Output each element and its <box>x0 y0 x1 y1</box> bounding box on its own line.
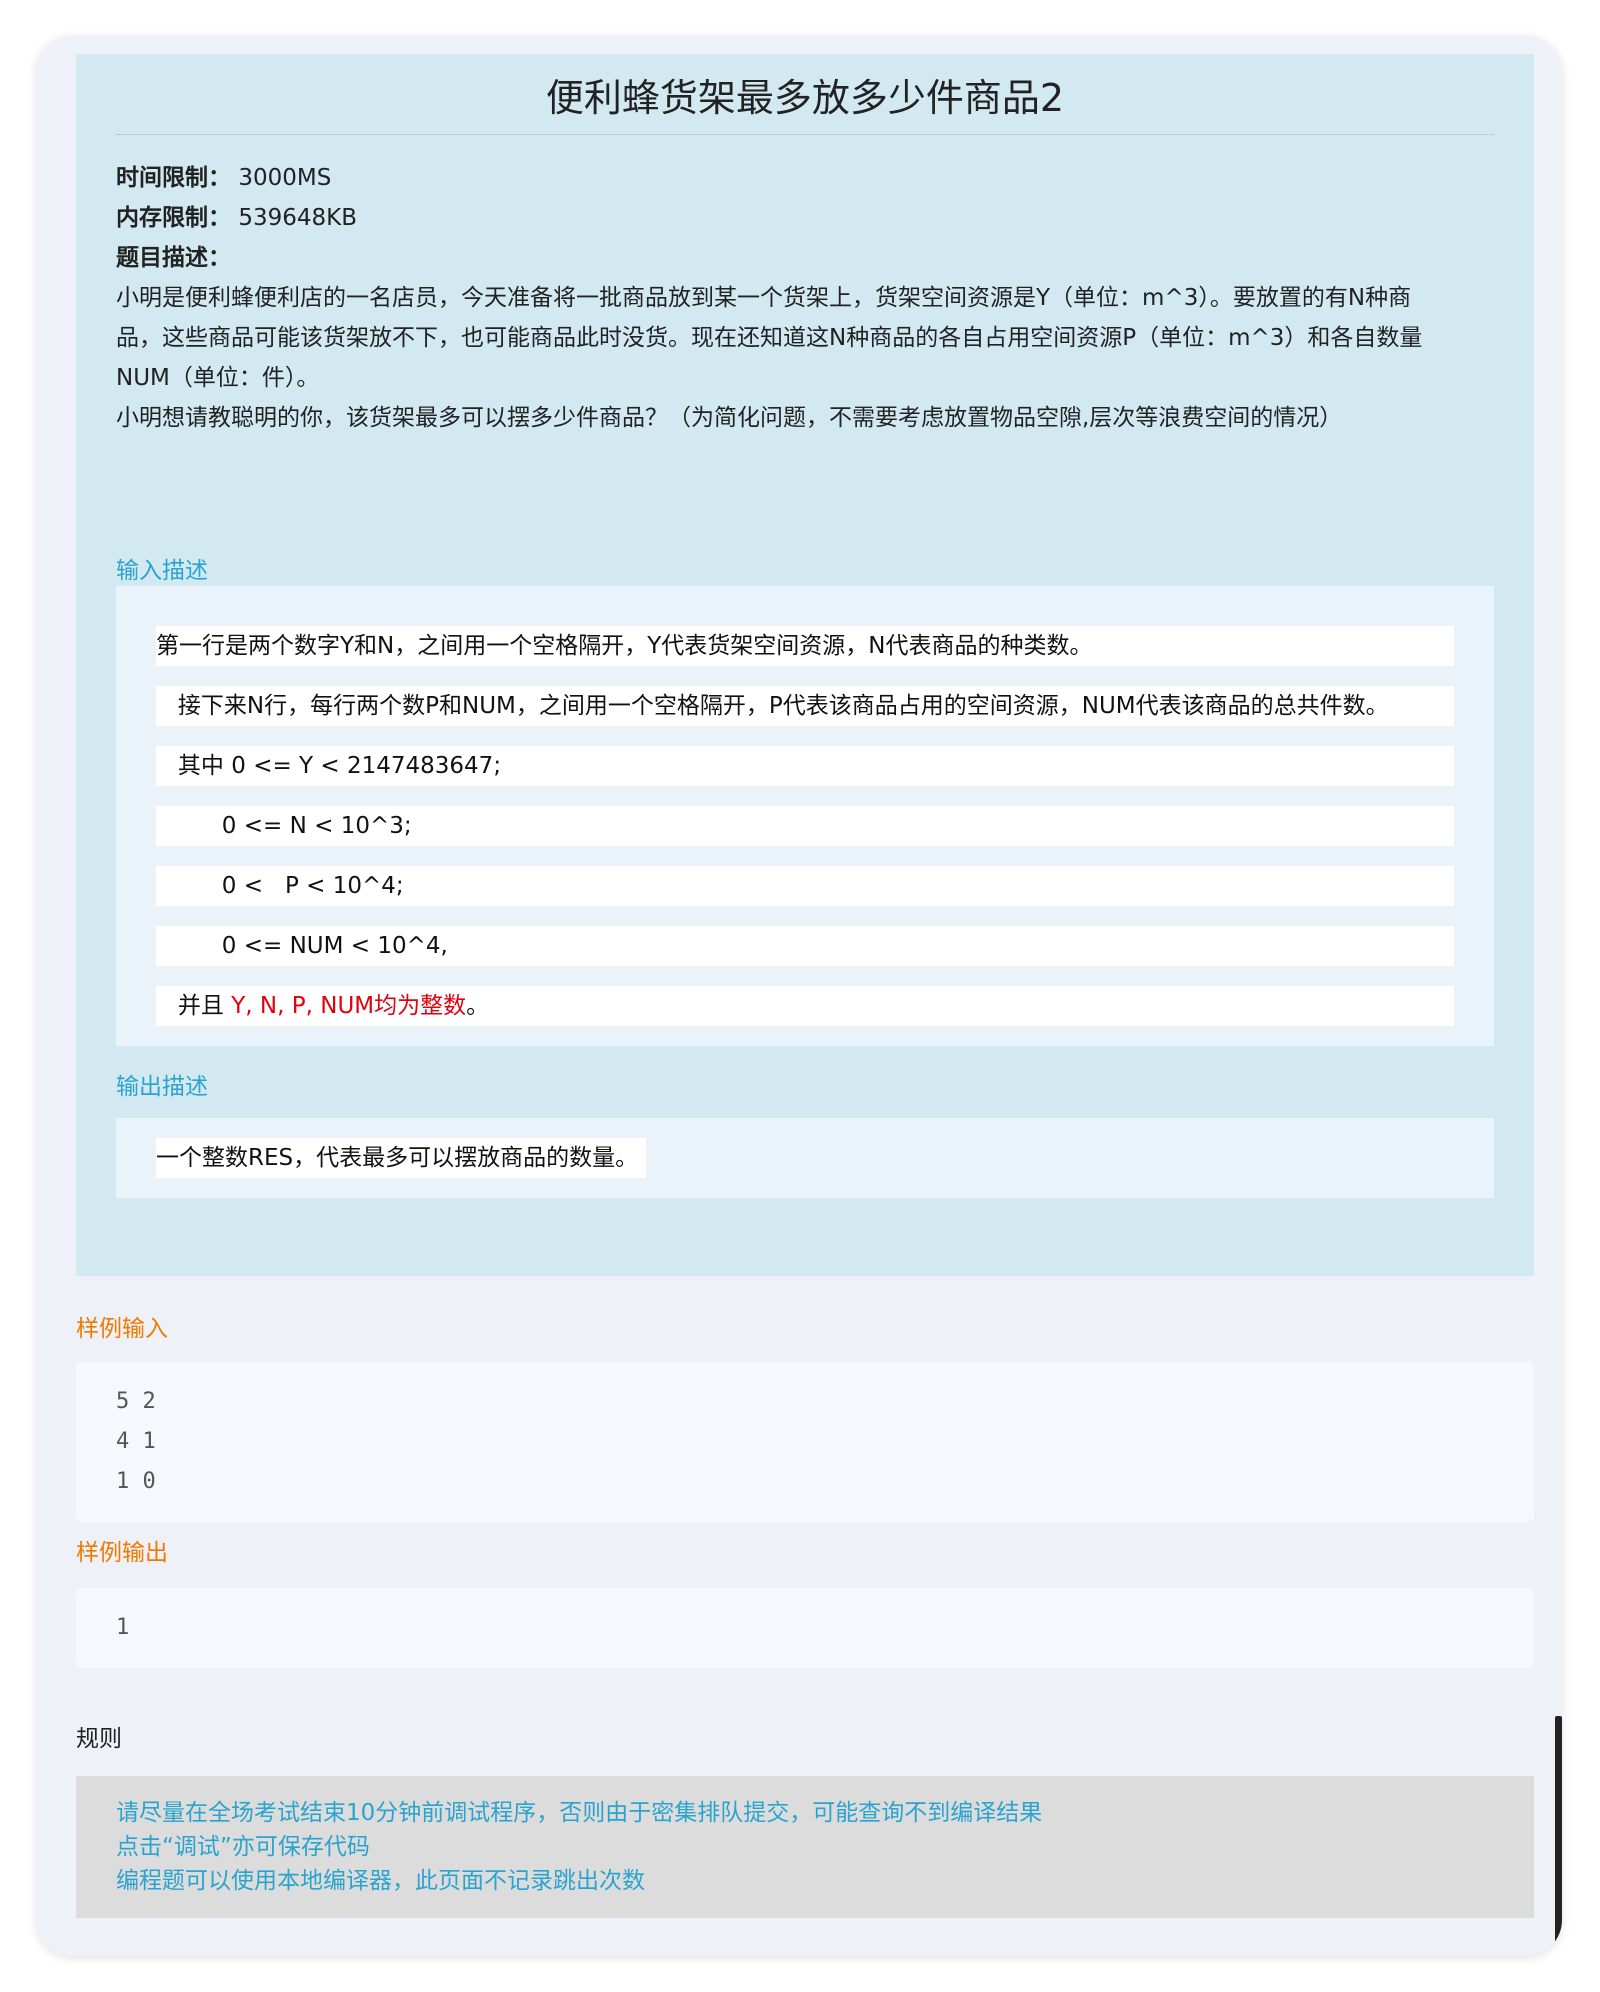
sample-output-label: 样例输出 <box>76 1540 168 1566</box>
description-line: NUM（单位：件）。 <box>116 365 320 391</box>
integer-constraint-highlight: Y, N, P, NUM均为整数 <box>231 993 467 1019</box>
input-line: 0 < P < 10^4; <box>156 866 1454 906</box>
page-frame: 便利蜂货架最多放多少件商品2 时间限制： 3000MS 内存限制： 539648… <box>36 36 1562 1956</box>
input-description-box: 第一行是两个数字Y和N，之间用一个空格隔开，Y代表货架空间资源，N代表商品的种类… <box>116 586 1494 1046</box>
input-line: 0 <= N < 10^3; <box>156 806 1454 846</box>
input-line: 其中 0 <= Y < 2147483647; <box>156 746 1454 786</box>
description-line: 小明是便利蜂便利店的一名店员，今天准备将一批商品放到某一个货架上，货架空间资源是… <box>116 285 1412 311</box>
input-line: 0 <= NUM < 10^4, <box>156 926 1454 966</box>
sample-input-code: 5 2 4 1 1 0 <box>116 1382 156 1502</box>
description-label: 题目描述： <box>116 245 231 271</box>
input-line-prefix: 并且 <box>156 993 232 1019</box>
input-line-suffix: 。 <box>466 993 490 1019</box>
sample-output-code: 1 <box>116 1608 129 1648</box>
sample-input-line: 5 2 <box>116 1389 156 1414</box>
description-line: 小明想请教聪明的你，该货架最多可以摆多少件商品？（为简化问题，不需要考虑放置物品… <box>116 405 1343 431</box>
time-limit-row: 时间限制： 3000MS <box>116 158 1496 198</box>
input-line-integers: 并且 Y, N, P, NUM均为整数。 <box>156 986 1454 1026</box>
time-limit-value: 3000MS <box>238 165 332 191</box>
sample-output-box: 1 <box>76 1588 1534 1668</box>
sample-input-line: 4 1 <box>116 1429 156 1454</box>
sample-input-line: 1 0 <box>116 1469 156 1494</box>
output-line: 一个整数RES，代表最多可以摆放商品的数量。 <box>156 1138 647 1178</box>
memory-limit-value: 539648KB <box>238 205 357 231</box>
title-divider <box>116 134 1494 135</box>
sample-input-label: 样例输入 <box>76 1316 168 1342</box>
rule-line: 编程题可以使用本地编译器，此页面不记录跳出次数 <box>116 1868 645 1894</box>
memory-limit-label: 内存限制： <box>116 205 231 231</box>
rule-line: 点击“调试”亦可保存代码 <box>116 1834 370 1860</box>
input-line: 接下来N行，每行两个数P和NUM，之间用一个空格隔开，P代表该商品占用的空间资源… <box>156 686 1454 726</box>
time-limit-label: 时间限制： <box>116 165 231 191</box>
description-line: 品，这些商品可能该货架放不下，也可能商品此时没货。现在还知道这N种商品的各自占用… <box>116 325 1423 351</box>
rule-line: 请尽量在全场考试结束10分钟前调试程序，否则由于密集排队提交，可能查询不到编译结… <box>116 1800 1043 1826</box>
output-description-box: 一个整数RES，代表最多可以摆放商品的数量。 <box>116 1118 1494 1198</box>
scrollbar-thumb[interactable] <box>1555 1716 1562 1956</box>
rules-box: 请尽量在全场考试结束10分钟前调试程序，否则由于密集排队提交，可能查询不到编译结… <box>76 1776 1534 1918</box>
problem-description: 小明是便利蜂便利店的一名店员，今天准备将一批商品放到某一个货架上，货架空间资源是… <box>116 278 1496 438</box>
output-description-label: 输出描述 <box>116 1074 208 1100</box>
problem-title: 便利蜂货架最多放多少件商品2 <box>545 76 1065 120</box>
input-description-label: 输入描述 <box>116 558 208 584</box>
sample-output-line: 1 <box>116 1615 130 1640</box>
problem-panel: 便利蜂货架最多放多少件商品2 时间限制： 3000MS 内存限制： 539648… <box>76 54 1534 1276</box>
input-line: 第一行是两个数字Y和N，之间用一个空格隔开，Y代表货架空间资源，N代表商品的种类… <box>156 626 1454 666</box>
description-row: 题目描述： <box>116 238 1496 278</box>
rules-label: 规则 <box>76 1726 122 1752</box>
sample-input-box: 5 2 4 1 1 0 <box>76 1362 1534 1522</box>
memory-limit-row: 内存限制： 539648KB <box>116 198 1496 238</box>
